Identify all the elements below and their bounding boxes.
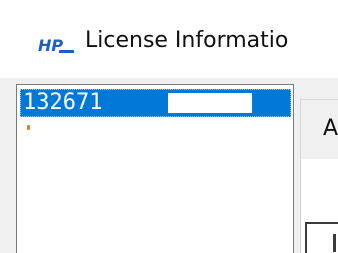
- tab-label: A: [323, 116, 338, 141]
- control-edge: [333, 234, 336, 252]
- list-item-selected[interactable]: 132671: [20, 89, 291, 117]
- redaction-block: [168, 93, 252, 113]
- tab-header[interactable]: A: [300, 99, 338, 159]
- license-information-window: HP License Informatio 132671 A: [0, 0, 338, 253]
- hp-logo-icon: HP: [37, 36, 75, 54]
- window-title: License Informatio: [85, 28, 289, 53]
- group-box-edge: [305, 222, 338, 253]
- title-bar: HP License Informatio: [0, 0, 338, 78]
- list-item-label: 132671: [23, 90, 103, 115]
- list-item-partial: [27, 125, 30, 130]
- license-listbox[interactable]: 132671: [16, 84, 294, 253]
